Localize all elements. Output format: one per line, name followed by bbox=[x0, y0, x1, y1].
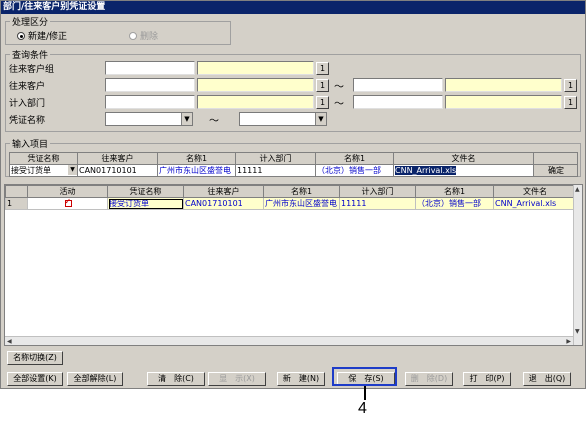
settings-window: 部门/往来客户别凭证设置 处理区分 新建/修正 删除 查询条件 往来客户组 1 … bbox=[0, 0, 586, 389]
input-customer-name-cell: 广州市东山区盛誉电 bbox=[157, 164, 236, 177]
label-customer-group: 往来客户组 bbox=[9, 65, 55, 75]
voucher-settings-grid[interactable]: 活动 凭证名称 往来客户 名称1 计入部门 名称1 文件名 1 接受订货单 CA… bbox=[4, 184, 583, 346]
department-name-cell: （北京）销售一部 bbox=[415, 197, 494, 210]
label-voucher-name: 凭证名称 bbox=[9, 116, 46, 126]
col-header: 名称1 bbox=[315, 152, 394, 165]
callout-line bbox=[364, 386, 366, 400]
col-header: 名称1 bbox=[157, 152, 236, 165]
checkbox-checked-icon bbox=[64, 199, 72, 207]
row-number: 1 bbox=[5, 197, 28, 210]
radio-new-edit-label: 新建/修正 bbox=[28, 32, 68, 42]
input-department-cell[interactable]: 11111 bbox=[235, 164, 316, 177]
col-header-rownum bbox=[5, 185, 28, 198]
clear-all-button[interactable]: 全部解除(L) bbox=[67, 372, 123, 386]
input-customer-cell[interactable]: CAN01710101 bbox=[77, 164, 158, 177]
col-header-voucher-name[interactable]: 凭证名称 bbox=[107, 185, 184, 198]
filename-cell[interactable]: CNN_Arrival.xls bbox=[493, 197, 577, 210]
col-header: 凭证名称 bbox=[9, 152, 78, 165]
department-from-name-field bbox=[197, 95, 314, 109]
col-header: 往来客户 bbox=[77, 152, 158, 165]
window-title: 部门/往来客户别凭证设置 bbox=[1, 1, 585, 14]
confirm-button[interactable]: 确定 bbox=[533, 164, 578, 177]
vertical-scrollbar[interactable]: ▲ ▼ bbox=[573, 185, 582, 345]
customer-from-name-field bbox=[197, 78, 314, 92]
col-header: 计入部门 bbox=[235, 152, 316, 165]
department-from-input[interactable] bbox=[105, 95, 195, 109]
col-header-customer[interactable]: 往来客户 bbox=[183, 185, 264, 198]
voucher-name-to-select[interactable]: ▼ bbox=[239, 112, 327, 126]
horizontal-scrollbar[interactable]: ◀ ▶ bbox=[5, 336, 573, 345]
input-department-name-cell: （北京）销售一部 bbox=[315, 164, 394, 177]
col-header-customer-name[interactable]: 名称1 bbox=[263, 185, 340, 198]
col-header: 文件名 bbox=[393, 152, 534, 165]
customer-to-input[interactable] bbox=[353, 78, 443, 92]
input-items-legend: 输入项目 bbox=[12, 140, 49, 150]
customer-to-name-field bbox=[445, 78, 562, 92]
exit-button[interactable]: 退 出(Q) bbox=[523, 372, 571, 386]
col-header bbox=[533, 152, 578, 165]
table-row[interactable]: 1 接受订货单 CAN01710101 广州市东山区盛誉电 11111 （北京）… bbox=[5, 197, 577, 210]
col-header-department-name[interactable]: 名称1 bbox=[415, 185, 494, 198]
department-cell[interactable]: 11111 bbox=[339, 197, 416, 210]
chevron-down-icon: ▼ bbox=[68, 165, 77, 175]
scroll-left-icon[interactable]: ◀ bbox=[7, 338, 12, 345]
customer-to-lookup-button[interactable]: 1 bbox=[564, 79, 577, 92]
input-filename-value: CNN_Arrival.xls bbox=[395, 166, 457, 175]
label-customer: 往来客户 bbox=[9, 82, 46, 92]
scroll-up-icon[interactable]: ▲ bbox=[575, 186, 580, 193]
chevron-down-icon: ▼ bbox=[315, 113, 326, 125]
customer-cell[interactable]: CAN01710101 bbox=[183, 197, 264, 210]
input-filename-cell[interactable]: CNN_Arrival.xls bbox=[393, 164, 534, 177]
delete-button[interactable]: 删 除(D) bbox=[405, 372, 453, 386]
new-button[interactable]: 新 建(N) bbox=[277, 372, 325, 386]
process-legend: 处理区分 bbox=[12, 18, 49, 28]
label-department: 计入部门 bbox=[9, 99, 46, 109]
input-items-grid: 凭证名称 往来客户 名称1 计入部门 名称1 文件名 接受订货单 ▼ CAN01… bbox=[9, 152, 578, 177]
col-header-active[interactable]: 活动 bbox=[27, 185, 108, 198]
display-button[interactable]: 显 示(X) bbox=[208, 372, 266, 386]
voucher-name-cell[interactable]: 接受订货单 bbox=[107, 197, 184, 210]
scroll-right-icon[interactable]: ▶ bbox=[566, 338, 571, 345]
input-voucher-name-value: 接受订货单 bbox=[11, 166, 51, 175]
department-to-lookup-button[interactable]: 1 bbox=[564, 96, 577, 109]
radio-delete[interactable]: 删除 bbox=[129, 29, 158, 42]
department-range-tilde: ～ bbox=[334, 99, 344, 110]
radio-dot-icon bbox=[17, 31, 25, 40]
voucher-range-tilde: ～ bbox=[209, 116, 219, 127]
customer-group-name-field bbox=[197, 61, 314, 75]
customer-from-input[interactable] bbox=[105, 78, 195, 92]
input-voucher-name-select[interactable]: 接受订货单 ▼ bbox=[9, 164, 78, 177]
clear-button[interactable]: 清 除(C) bbox=[147, 372, 205, 386]
customer-group-lookup-button[interactable]: 1 bbox=[316, 62, 329, 75]
radio-new-edit[interactable]: 新建/修正 bbox=[17, 29, 67, 42]
callout-number: 4 bbox=[358, 400, 367, 417]
voucher-name-from-select[interactable]: ▼ bbox=[105, 112, 193, 126]
query-legend: 查询条件 bbox=[12, 51, 49, 61]
customer-from-lookup-button[interactable]: 1 bbox=[316, 79, 329, 92]
department-to-name-field bbox=[445, 95, 562, 109]
radio-delete-label: 删除 bbox=[140, 32, 159, 42]
active-checkbox[interactable] bbox=[27, 197, 108, 210]
set-all-button[interactable]: 全部设置(K) bbox=[7, 372, 63, 386]
col-header-department[interactable]: 计入部门 bbox=[339, 185, 416, 198]
col-header-filename[interactable]: 文件名 bbox=[493, 185, 577, 198]
customer-range-tilde: ～ bbox=[334, 82, 344, 93]
department-from-lookup-button[interactable]: 1 bbox=[316, 96, 329, 109]
radio-dot-icon bbox=[129, 31, 137, 40]
print-button[interactable]: 打 印(P) bbox=[463, 372, 511, 386]
name-switch-button[interactable]: 名称切换(Z) bbox=[7, 351, 63, 365]
department-to-input[interactable] bbox=[353, 95, 443, 109]
save-highlight-box bbox=[332, 367, 397, 386]
scroll-down-icon[interactable]: ▼ bbox=[575, 328, 580, 335]
chevron-down-icon: ▼ bbox=[181, 113, 192, 125]
customer-name-cell: 广州市东山区盛誉电 bbox=[263, 197, 340, 210]
customer-group-code-input[interactable] bbox=[105, 61, 195, 75]
